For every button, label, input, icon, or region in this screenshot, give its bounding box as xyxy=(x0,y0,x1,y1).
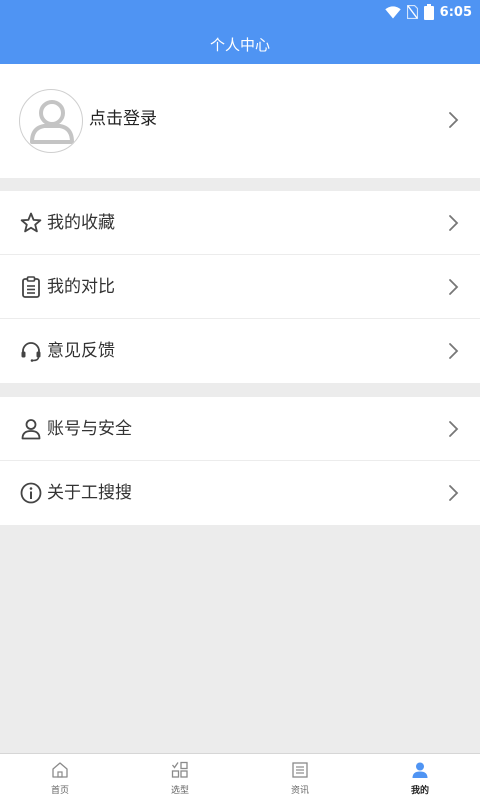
clipboard-icon xyxy=(22,276,40,298)
selection-icon xyxy=(171,761,188,778)
menu-item-about[interactable]: 关于工搜搜 xyxy=(0,461,480,525)
status-time: 6:05 xyxy=(439,4,472,20)
app-header: 6:05 个人中心 xyxy=(0,0,480,64)
info-icon xyxy=(20,482,42,504)
wifi-icon xyxy=(384,5,401,18)
tab-news[interactable]: 资讯 xyxy=(240,754,360,800)
no-sim-icon xyxy=(406,5,418,19)
status-bar: 6:05 xyxy=(384,0,472,24)
chevron-right-icon xyxy=(449,343,459,359)
menu-item-label: 关于工搜搜 xyxy=(47,483,132,503)
menu-item-label: 账号与安全 xyxy=(47,419,132,439)
menu-item-label: 我的收藏 xyxy=(47,213,115,233)
chevron-right-icon xyxy=(449,215,459,231)
home-icon xyxy=(52,762,68,778)
menu-item-compare[interactable]: 我的对比 xyxy=(0,255,480,319)
tab-selection[interactable]: 选型 xyxy=(120,754,240,800)
default-avatar-icon xyxy=(30,100,74,144)
menu-item-account-security[interactable]: 账号与安全 xyxy=(0,397,480,461)
menu-item-feedback[interactable]: 意见反馈 xyxy=(0,319,480,383)
chevron-right-icon xyxy=(449,485,459,501)
menu-item-label: 我的对比 xyxy=(47,277,115,297)
headset-icon xyxy=(21,342,41,362)
person-icon xyxy=(412,762,428,778)
bottom-tab-bar: 首页 选型 资讯 我的 xyxy=(0,753,480,800)
login-label[interactable]: 点击登录 xyxy=(89,104,157,129)
user-icon xyxy=(21,419,41,440)
tab-label: 我的 xyxy=(410,786,429,796)
avatar[interactable] xyxy=(19,89,83,153)
menu-group-2: 账号与安全 关于工搜搜 xyxy=(0,397,480,525)
chevron-right-icon xyxy=(449,279,459,295)
chevron-right-icon xyxy=(449,421,459,437)
tab-label: 选型 xyxy=(170,786,189,796)
battery-icon xyxy=(423,4,434,20)
menu-group-1: 我的收藏 我的对比 意见反馈 xyxy=(0,191,480,383)
page-title: 个人中心 xyxy=(209,35,270,54)
news-icon xyxy=(292,762,308,778)
chevron-right-icon xyxy=(449,112,459,128)
tab-label: 资讯 xyxy=(290,786,309,796)
profile-login-row[interactable]: 点击登录 xyxy=(0,64,480,178)
tab-mine[interactable]: 我的 xyxy=(360,754,480,800)
menu-item-favorites[interactable]: 我的收藏 xyxy=(0,191,480,255)
menu-item-label: 意见反馈 xyxy=(47,341,115,361)
tab-home[interactable]: 首页 xyxy=(0,754,120,800)
star-icon xyxy=(20,212,42,233)
tab-label: 首页 xyxy=(50,786,69,796)
